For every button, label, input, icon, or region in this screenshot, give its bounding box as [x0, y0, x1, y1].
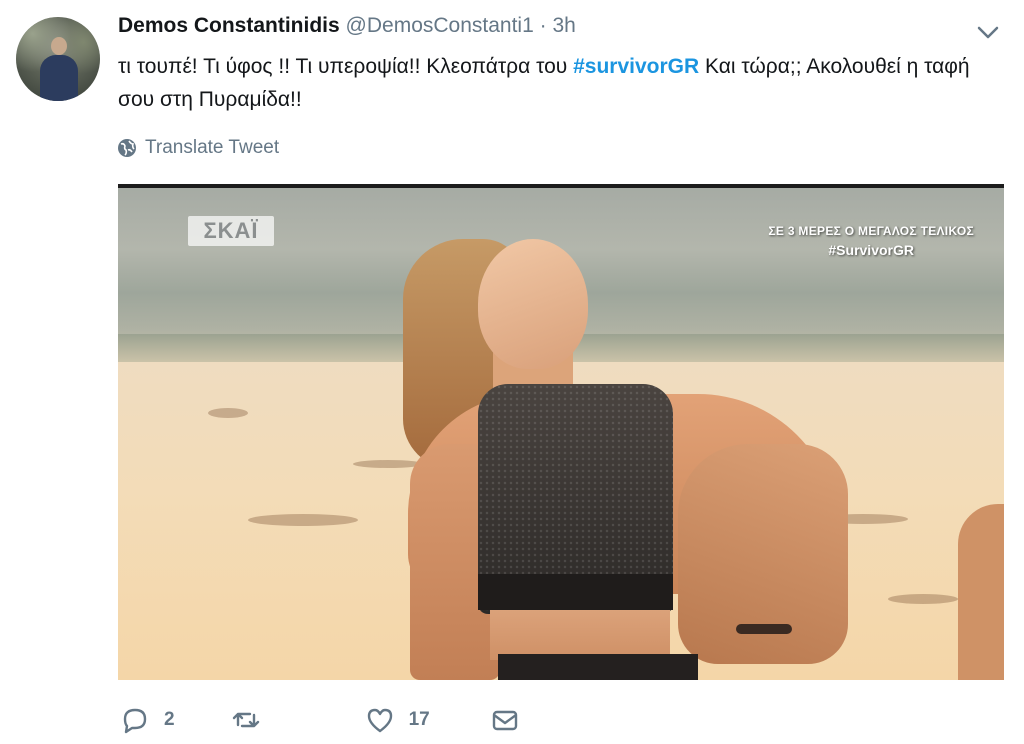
avatar-body — [40, 55, 78, 101]
person-shorts — [498, 654, 698, 680]
tweet-text: τι τουπέ! Τι ύφος !! Τι υπεροψία!! Κλεοπ… — [118, 50, 998, 116]
tweet-time[interactable]: 3h — [552, 14, 575, 37]
tweet-text-part1: τι τουπέ! Τι ύφος !! Τι υπεροψία!! Κλεοπ… — [118, 55, 574, 78]
header-separator: · — [539, 14, 547, 37]
translate-tweet-link[interactable]: Translate Tweet — [117, 137, 279, 159]
globe-icon — [118, 139, 136, 157]
person-top-band — [478, 574, 673, 610]
sand-mark — [248, 514, 358, 526]
translate-label: Translate Tweet — [145, 137, 280, 158]
avatar-head — [51, 37, 67, 55]
person-bracelet — [736, 624, 792, 634]
person-face — [478, 239, 588, 369]
author-name[interactable]: Demos Constantinidis — [118, 14, 340, 37]
tweet-header: Demos Constantinidis @DemosConstanti1 · … — [118, 14, 576, 38]
chevron-down-icon[interactable] — [974, 22, 1002, 42]
retweet-button[interactable] — [231, 705, 275, 735]
tweet-actions: 2 17 — [120, 705, 576, 735]
reply-button[interactable]: 2 — [120, 705, 175, 735]
tweet-media[interactable]: ΣΚΑΪ ΣΕ 3 ΜΕΡΕΣ Ο ΜΕΓΑΛΟΣ ΤΕΛΙΚΟΣ #Survi… — [118, 184, 1004, 680]
like-count: 17 — [408, 709, 430, 730]
hashtag-link[interactable]: #survivorGR — [573, 55, 699, 78]
sand-mark — [208, 408, 248, 418]
promo-line1: ΣΕ 3 ΜΕΡΕΣ Ο ΜΕΓΑΛΟΣ ΤΕΛΙΚΟΣ — [768, 224, 974, 238]
promo-line2: #SurvivorGR — [828, 242, 914, 258]
direct-message-button[interactable] — [490, 705, 520, 735]
heart-icon — [367, 708, 392, 733]
sand-mark — [888, 594, 958, 604]
channel-logo: ΣΚΑΪ — [188, 216, 274, 246]
reply-icon — [123, 708, 147, 734]
author-handle[interactable]: @DemosConstanti1 — [346, 14, 534, 37]
reply-count: 2 — [164, 709, 175, 730]
avatar[interactable] — [16, 17, 100, 101]
like-button[interactable]: 17 — [365, 705, 430, 735]
envelope-icon — [492, 710, 517, 731]
background-person-arm — [958, 504, 1004, 680]
retweet-icon — [232, 712, 259, 728]
person-belly — [490, 610, 670, 660]
promo-overlay: ΣΕ 3 ΜΕΡΕΣ Ο ΜΕΓΑΛΟΣ ΤΕΛΙΚΟΣ #SurvivorGR — [768, 224, 974, 258]
